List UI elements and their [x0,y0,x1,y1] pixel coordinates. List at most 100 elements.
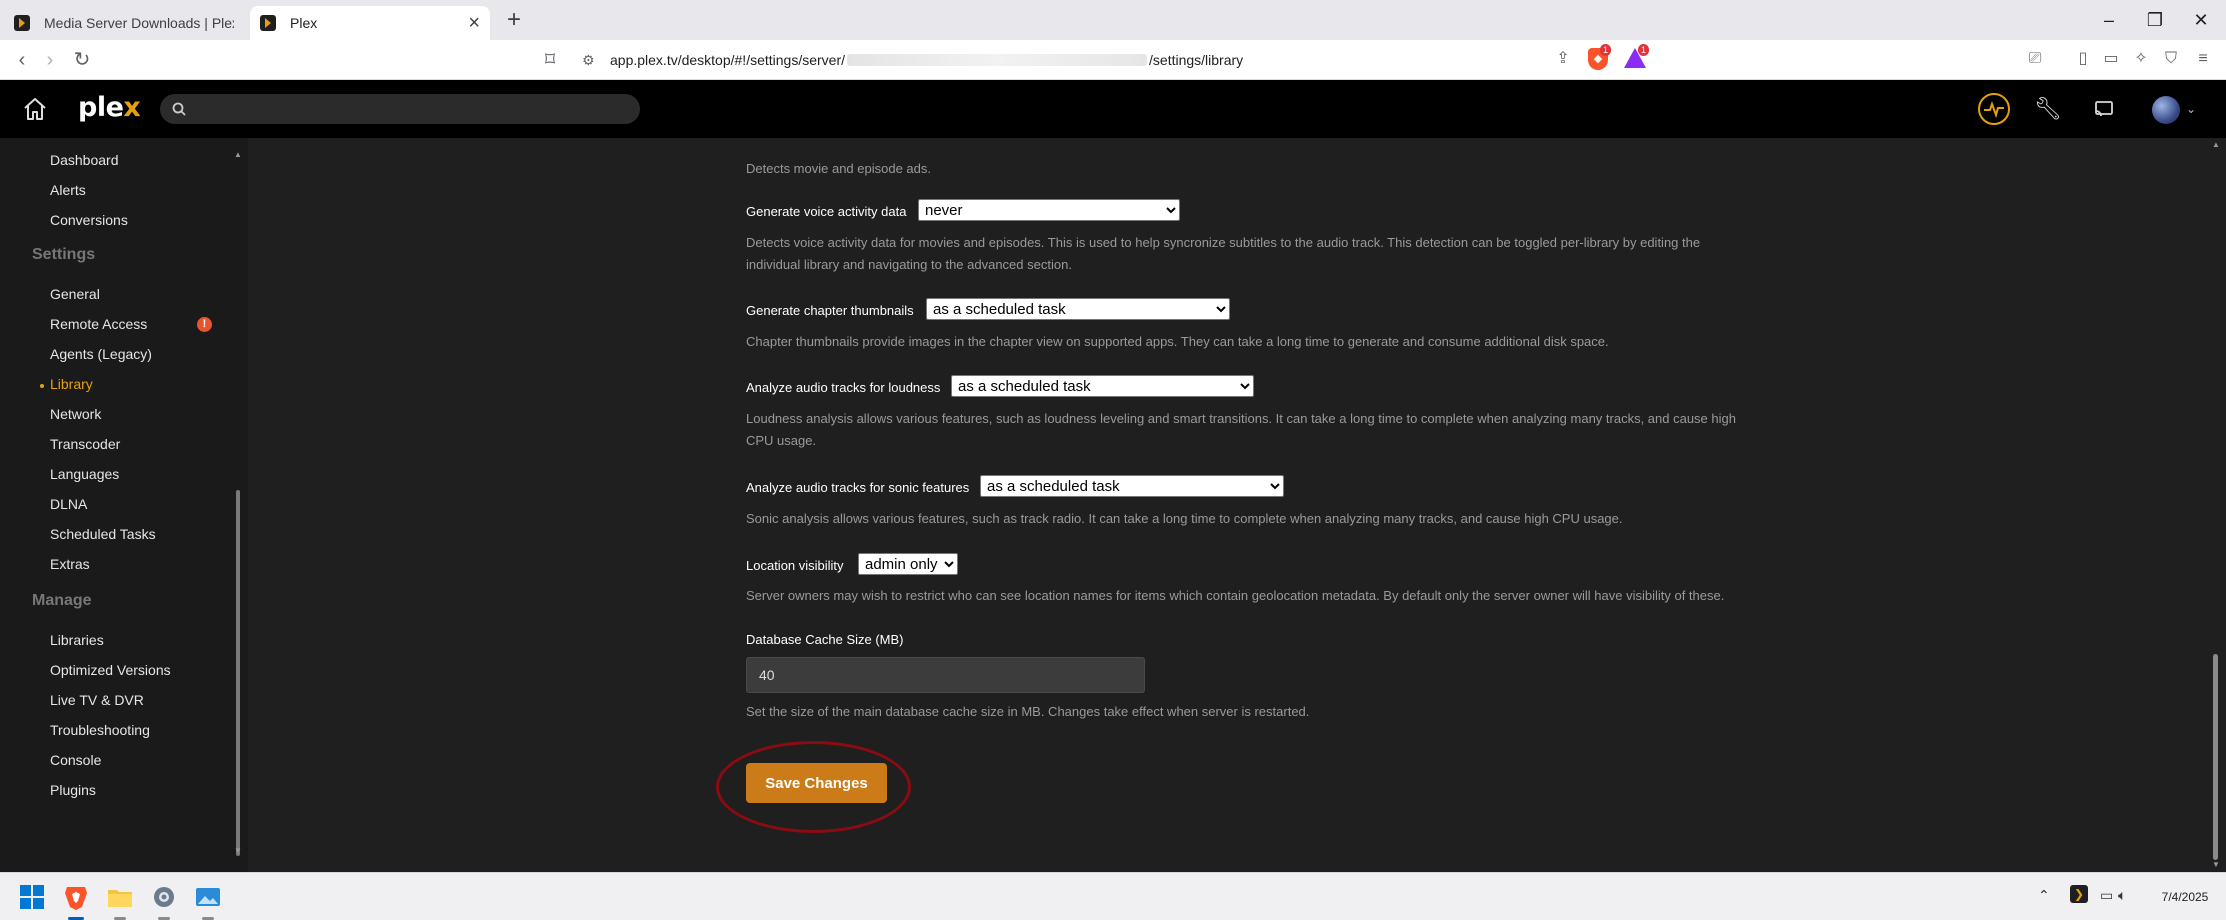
url-prefix: app.plex.tv/desktop/#!/settings/server/ [610,52,846,68]
new-tab-button[interactable]: + [500,6,528,34]
address-bar[interactable]: ⚙ app.plex.tv/desktop/#!/settings/server… [572,45,1652,75]
loudness-analysis-description-line-1: Loudness analysis allows various feature… [746,411,1736,426]
settings-wrench-icon[interactable]: 🔧︎ [2031,92,2065,126]
file-explorer-icon[interactable] [104,881,136,920]
voice-activity-select[interactable]: never [918,199,1180,221]
close-window-icon[interactable]: ✕ [2178,0,2224,40]
main-scrollbar[interactable]: ▲ ▼ [2210,138,2222,872]
menu-icon[interactable]: ≡ [2190,46,2216,72]
photos-app-icon[interactable] [192,881,224,920]
voice-activity-label: Generate voice activity data [746,204,907,219]
browser-toolbar: ‹ › ↻ ⌑ ⚙ app.plex.tv/desktop/#!/setting… [0,40,2226,80]
tab-title: Media Server Downloads | Plex Media Serv… [44,15,234,31]
save-changes-button[interactable]: Save Changes [746,763,887,803]
active-indicator-dot [40,384,44,388]
search-input[interactable] [196,101,616,117]
location-visibility-description: Server owners may wish to restrict who c… [746,588,1725,603]
plex-header: plex 🔧︎ ⌄ [0,80,2226,138]
sidebar-heading-settings: Settings [32,246,96,263]
forward-icon[interactable]: › [36,46,64,74]
sidebar-item-extras[interactable]: Extras [50,556,90,572]
sonic-analysis-description: Sonic analysis allows various features, … [746,511,1623,526]
voice-activity-description-line-1: Detects voice activity data for movies a… [746,235,1701,250]
loudness-analysis-label: Analyze audio tracks for loudness [746,380,941,395]
sidebar-heading-manage: Manage [32,592,92,609]
sidebar-item-libraries[interactable]: Libraries [50,632,104,648]
brave-browser-icon[interactable] [60,881,92,920]
database-cache-size-input[interactable] [746,657,1145,693]
chevron-down-icon[interactable]: ⌄ [2186,102,2196,116]
sidebar-item-optimized-versions[interactable]: Optimized Versions [50,662,171,678]
reader-mode-icon[interactable]: ⎚ [2022,46,2048,72]
show-hidden-icons-chevron-icon[interactable]: ⌃ [2038,887,2050,904]
minimize-window-icon[interactable]: – [2086,0,2132,40]
home-icon[interactable] [20,94,50,124]
taskbar-clock[interactable]: 7/4/2025 [2150,883,2220,911]
wallet-icon[interactable]: ▭ [2098,46,2124,72]
warning-icon: ! [197,317,212,332]
sidebar-item-live-tv-dvr[interactable]: Live TV & DVR [50,692,144,708]
sidebar-scrollbar[interactable]: ▲ ▼ [234,150,242,856]
sidebar-item-alerts[interactable]: Alerts [50,182,86,198]
plex-favicon-icon [260,15,276,31]
sonic-analysis-label: Analyze audio tracks for sonic features [746,480,970,495]
sidebar-item-conversions[interactable]: Conversions [50,212,128,228]
library-settings-panel: Detects movie and episode ads. Generate … [248,138,2226,872]
windows-start-icon[interactable] [16,881,48,913]
database-cache-size-label: Database Cache Size (MB) [746,632,904,647]
user-avatar[interactable] [2152,96,2180,124]
sidebar-item-network[interactable]: Network [50,406,101,422]
vpn-icon[interactable]: ⛉ [2158,46,2184,72]
sonic-analysis-select[interactable]: as a scheduled task [980,475,1284,497]
share-icon[interactable]: ⇪ [1550,46,1576,72]
rewards-count-badge: 1 [1638,44,1650,56]
scroll-up-icon[interactable]: ▲ [234,150,242,159]
voice-activity-description-line-2: individual library and navigating to the… [746,257,1072,272]
sidebar-item-transcoder[interactable]: Transcoder [50,436,120,452]
settings-gear-icon[interactable] [148,881,180,920]
loudness-analysis-description-line-2: CPU usage. [746,433,817,448]
back-icon[interactable]: ‹ [8,46,36,74]
loudness-analysis-select[interactable]: as a scheduled task [951,375,1254,397]
volume-icon[interactable]: 🔈︎ [2118,887,2126,904]
sidebar-item-general[interactable]: General [50,286,100,302]
plex-logo[interactable]: plex [78,92,141,123]
location-visibility-label: Location visibility [746,558,844,573]
plex-search-box[interactable] [160,94,640,124]
scroll-down-icon[interactable]: ▼ [234,846,242,855]
cast-icon[interactable] [2087,92,2121,126]
network-icon[interactable]: ▭ [2100,887,2113,904]
tab-media-server-downloads[interactable]: Media Server Downloads | Plex Media Serv… [4,6,244,40]
reload-icon[interactable]: ↻ [68,46,96,74]
activity-icon[interactable] [1978,93,2010,125]
leo-ai-icon[interactable]: ✧ [2128,46,2154,72]
restore-window-icon[interactable]: ❐ [2132,0,2178,40]
shields-count-badge: 1 [1600,44,1612,56]
sidebar-item-languages[interactable]: Languages [50,466,119,482]
location-visibility-select[interactable]: admin only [858,553,958,575]
scrollbar-thumb[interactable] [2213,654,2218,860]
sidebar-item-remote-access[interactable]: Remote Access [50,316,147,332]
scroll-up-icon[interactable]: ▲ [2210,140,2222,149]
sidebar-item-console[interactable]: Console [50,752,101,768]
close-tab-icon[interactable]: × [468,13,480,33]
windows-taskbar: ⌃ ❯ ▭ 🔈︎ 7/4/2025 [0,872,2226,920]
taskbar-date: 7/4/2025 [2161,890,2209,904]
sidebar-item-troubleshooting[interactable]: Troubleshooting [50,722,150,738]
settings-sidebar: Dashboard Alerts Conversions Settings Ge… [0,138,248,872]
search-icon [172,102,186,116]
sidebar-item-plugins[interactable]: Plugins [50,782,96,798]
sidebar-item-scheduled-tasks[interactable]: Scheduled Tasks [50,526,156,542]
sidebar-toggle-icon[interactable]: ▯ [2070,46,2096,72]
sidebar-item-dashboard[interactable]: Dashboard [50,152,119,168]
sidebar-item-dlna[interactable]: DLNA [50,496,87,512]
chapter-thumbnails-select[interactable]: as a scheduled task [926,298,1230,320]
sidebar-item-library[interactable]: Library [50,376,93,392]
site-info-icon[interactable]: ⚙ [582,52,598,69]
bookmark-icon[interactable]: ⌑ [536,46,564,74]
sidebar-item-agents-legacy[interactable]: Agents (Legacy) [50,346,152,362]
scrollbar-thumb[interactable] [236,490,240,856]
plex-tray-icon[interactable]: ❯ [2070,885,2088,903]
scroll-down-icon[interactable]: ▼ [2210,860,2222,869]
tab-plex[interactable]: Plex × [250,6,490,40]
